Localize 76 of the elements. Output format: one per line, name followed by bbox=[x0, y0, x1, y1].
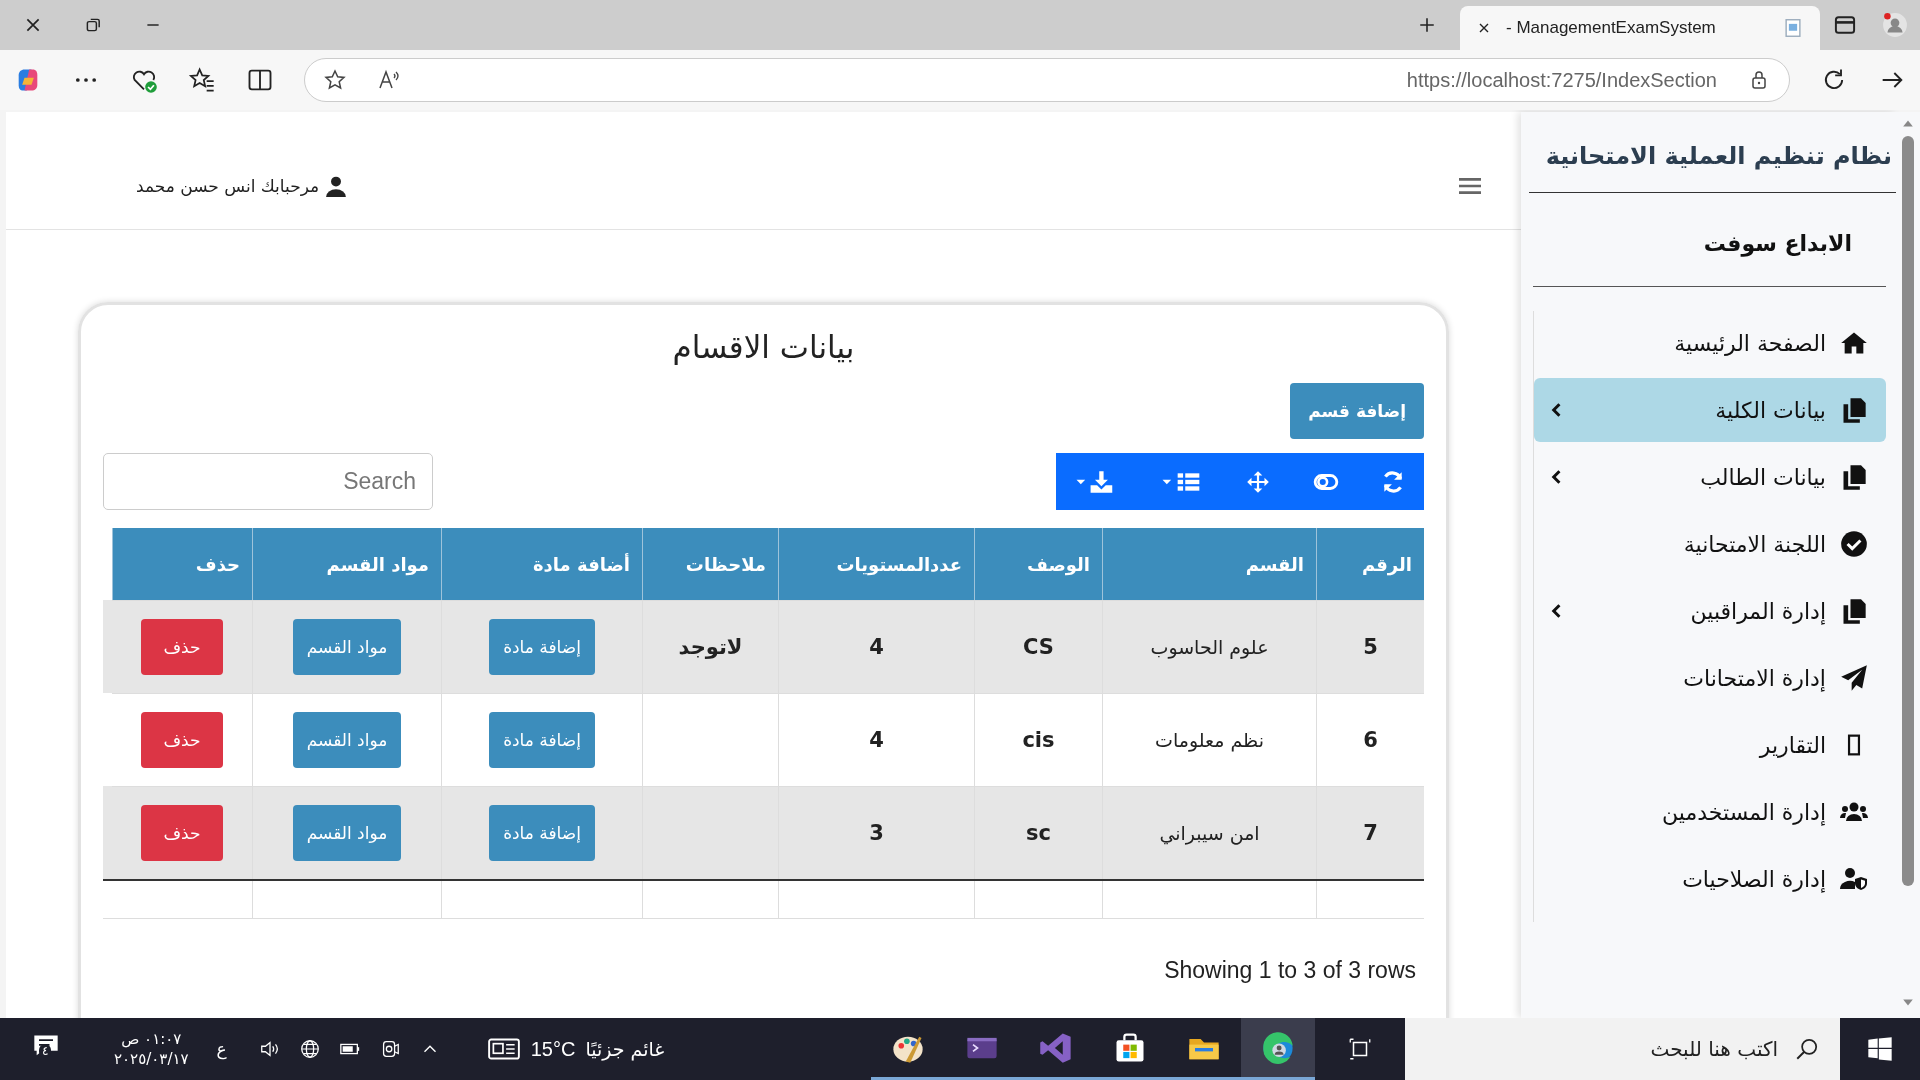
language-indicator[interactable]: ع bbox=[216, 1039, 227, 1059]
table-cell: 4 bbox=[778, 600, 974, 693]
clock[interactable]: ٠١:٠٧ ص ٢٠٢٥/٠٣/١٧ bbox=[114, 1029, 189, 1069]
subjects-button[interactable]: مواد القسم bbox=[292, 805, 402, 861]
table-cell: علوم الحاسوب bbox=[1102, 600, 1316, 693]
speaker-icon[interactable] bbox=[258, 1038, 281, 1060]
brand-name: الابداع سوفت bbox=[1533, 193, 1886, 287]
sidebar-item[interactable]: بيانات الكلية bbox=[1534, 378, 1886, 442]
taskbar-search-field[interactable]: اكتب هنا للبحث bbox=[1405, 1018, 1840, 1080]
subjects-button[interactable]: مواد القسم bbox=[292, 712, 402, 768]
address-field[interactable]: https://localhost:7275/IndexSection bbox=[304, 58, 1790, 102]
sidebar-item[interactable]: بيانات الطالب bbox=[1534, 445, 1886, 509]
profile-icon[interactable] bbox=[1882, 12, 1908, 38]
delete-button[interactable]: حذف bbox=[141, 619, 223, 675]
add-section-button[interactable]: إضافة قسم bbox=[1290, 383, 1424, 439]
column-header: الوصف bbox=[974, 528, 1102, 600]
new-tab-icon[interactable] bbox=[1418, 16, 1436, 34]
user-shield-icon bbox=[1840, 865, 1868, 893]
table-cell: 6 bbox=[1316, 693, 1424, 786]
column-header: مواد القسم bbox=[252, 528, 441, 600]
sidebar-item[interactable]: التقارير bbox=[1534, 713, 1886, 777]
column-header: الرقم bbox=[1316, 528, 1424, 600]
user-icon bbox=[325, 174, 348, 197]
page-title: بيانات الاقسام bbox=[671, 329, 856, 365]
table-cell: sc bbox=[974, 786, 1102, 879]
table-cell: cis bbox=[974, 693, 1102, 786]
check-circle-icon bbox=[1840, 530, 1868, 558]
column-header: حذف bbox=[112, 528, 252, 600]
greeting-text: مرحبابك انس حسن محمد bbox=[136, 175, 320, 196]
table-cell: امن سيبراني bbox=[1102, 786, 1316, 879]
menu-icon[interactable] bbox=[1459, 176, 1481, 195]
table-cell: لاتوجد bbox=[642, 600, 778, 693]
column-header: القسم bbox=[1102, 528, 1316, 600]
edge-browser-icon[interactable] bbox=[1241, 1018, 1315, 1080]
sidebar-item[interactable]: إدارة المراقبين bbox=[1534, 579, 1886, 643]
sidebar-item[interactable]: اللجنة الامتحانية bbox=[1534, 512, 1886, 576]
search-icon[interactable] bbox=[1794, 1036, 1820, 1062]
add-subject-button[interactable]: إضافة مادة bbox=[489, 712, 595, 768]
delete-button[interactable]: حذف bbox=[141, 805, 223, 861]
globe-icon[interactable] bbox=[298, 1038, 321, 1060]
tab-title: - ManagementExamSystem bbox=[1506, 18, 1717, 38]
page-icon bbox=[1782, 17, 1804, 39]
news-icon bbox=[486, 1036, 521, 1062]
sidebar-item[interactable]: الصفحة الرئيسية bbox=[1534, 311, 1886, 375]
table-cell: 3 bbox=[778, 786, 974, 879]
column-header: عددالمستويات bbox=[778, 528, 974, 600]
scroll-down-icon[interactable] bbox=[1902, 998, 1914, 1008]
close-icon[interactable] bbox=[24, 16, 42, 34]
windows-start-icon[interactable] bbox=[1866, 1035, 1894, 1063]
favorites-icon[interactable] bbox=[188, 66, 216, 94]
table-cell: CS bbox=[974, 600, 1102, 693]
sidebar-item[interactable]: إدارة الصلاحيات bbox=[1534, 847, 1886, 911]
notification-button[interactable]: ٤ bbox=[32, 1032, 66, 1066]
add-subject-button[interactable]: إضافة مادة bbox=[489, 619, 595, 675]
table-cell: 4 bbox=[778, 693, 974, 786]
table-cell: نظم معلومات bbox=[1102, 693, 1316, 786]
column-header: أضافة مادة bbox=[441, 528, 642, 600]
column-header: ملاحظات bbox=[642, 528, 778, 600]
subjects-button[interactable]: مواد القسم bbox=[292, 619, 402, 675]
add-subject-button[interactable]: إضافة مادة bbox=[489, 805, 595, 861]
task-view-icon[interactable] bbox=[1347, 1036, 1373, 1062]
restore-icon[interactable] bbox=[84, 16, 102, 34]
scrollbar-thumb[interactable] bbox=[1902, 136, 1914, 886]
browser-tab[interactable]: - ManagementExamSystem bbox=[1460, 6, 1820, 50]
search-field[interactable]: Search bbox=[103, 453, 433, 510]
sidebar-item[interactable]: إدارة المستخدمين bbox=[1534, 780, 1886, 844]
star-icon[interactable] bbox=[323, 68, 347, 92]
paper-plane-icon bbox=[1840, 664, 1868, 692]
pagination-info: Showing 1 to 3 of 3 rows bbox=[1164, 957, 1416, 984]
delete-button[interactable]: حذف bbox=[141, 712, 223, 768]
square-icon bbox=[1847, 734, 1861, 756]
scroll-up-icon[interactable] bbox=[1902, 118, 1914, 128]
table-cell: 5 bbox=[1316, 600, 1424, 693]
sidebar-item[interactable]: إدارة الامتحانات bbox=[1534, 646, 1886, 710]
table-cell: 7 bbox=[1316, 786, 1424, 879]
url-text: https://localhost:7275/IndexSection bbox=[1406, 68, 1717, 92]
